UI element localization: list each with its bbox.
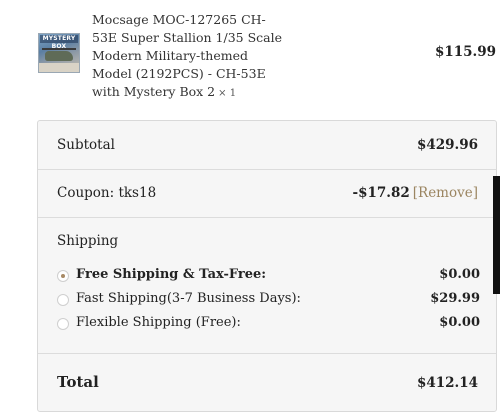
product-thumbnail[interactable]: MYSTERY BOX	[38, 33, 80, 73]
shipping-option-price: $29.99	[430, 291, 480, 306]
coupon-value-group: -$17.82 [Remove]	[352, 185, 478, 201]
product-price: $115.99	[434, 44, 496, 60]
shipping-option-label: Free Shipping & Tax-Free:	[76, 267, 267, 282]
product-name[interactable]: Mocsage MOC-127265 CH-53E Super Stallion…	[92, 11, 282, 103]
shipping-option-price: $0.00	[439, 267, 480, 282]
product-quantity: × 1	[218, 88, 237, 99]
subtotal-value: $429.96	[416, 137, 478, 153]
shipping-option-fast[interactable]: Fast Shipping(3-7 Business Days): $29.99	[57, 291, 480, 311]
helicopter-graphic	[45, 51, 73, 61]
shipping-section: Shipping Free Shipping & Tax-Free: $0.00…	[38, 217, 496, 354]
total-value: $412.14	[416, 375, 478, 391]
thumbnail-caption: MYSTERY BOX	[40, 35, 78, 50]
total-label: Total	[57, 373, 99, 391]
shipping-option-label: Fast Shipping(3-7 Business Days):	[76, 291, 301, 306]
order-summary-panel: Subtotal $429.96 Coupon: tks18 -$17.82 [R…	[37, 120, 497, 412]
shipping-option-flexible[interactable]: Flexible Shipping (Free): $0.00	[57, 315, 480, 335]
shipping-option-price: $0.00	[439, 315, 480, 330]
shipping-option-free-tax-free[interactable]: Free Shipping & Tax-Free: $0.00	[57, 267, 480, 287]
product-name-text: Mocsage MOC-127265 CH-53E Super Stallion…	[92, 12, 283, 99]
shipping-radio[interactable]	[57, 318, 69, 330]
subtotal-label: Subtotal	[57, 137, 115, 153]
shipping-radio-selected[interactable]	[57, 270, 69, 282]
shipping-radio[interactable]	[57, 294, 69, 306]
cart-line-item: MYSTERY BOX Mocsage MOC-127265 CH-53E Su…	[0, 0, 500, 110]
remove-coupon-link[interactable]: [Remove]	[413, 185, 478, 201]
coupon-discount: -$17.82	[352, 185, 410, 201]
thumbnail-base	[39, 63, 79, 72]
shipping-option-label: Flexible Shipping (Free):	[76, 315, 241, 330]
coupon-row: Coupon: tks18 -$17.82 [Remove]	[38, 169, 496, 218]
rotor-graphic	[42, 48, 76, 50]
shipping-title: Shipping	[57, 233, 119, 249]
side-scroll-tab[interactable]	[493, 176, 500, 294]
subtotal-row: Subtotal $429.96	[38, 121, 496, 170]
coupon-label: Coupon: tks18	[57, 185, 157, 201]
total-row: Total $412.14	[38, 353, 496, 411]
